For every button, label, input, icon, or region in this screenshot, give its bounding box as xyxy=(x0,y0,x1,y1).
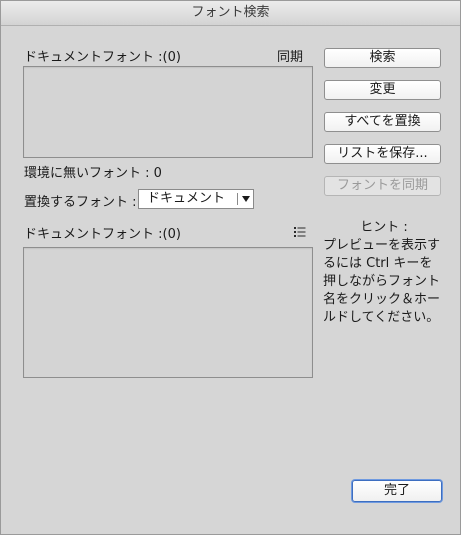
find-button[interactable]: 検索 xyxy=(324,48,441,68)
hint-text-block: ヒント : プレビューを表示するには Ctrl キーを押しながらフォント名をクリ… xyxy=(323,219,445,327)
replacement-fonts-label: ドキュメントフォント :(0) xyxy=(24,227,181,242)
dropdown-separator xyxy=(237,193,238,205)
missing-fonts-label: 環境に無いフォント : 0 xyxy=(24,166,162,181)
dialog-title: フォント検索 xyxy=(1,1,460,26)
document-fonts-list[interactable] xyxy=(23,66,313,158)
done-button[interactable]: 完了 xyxy=(352,480,442,502)
replace-with-dropdown[interactable]: ドキュメント xyxy=(138,189,254,209)
replace-with-label: 置換するフォント : xyxy=(24,195,137,210)
find-font-dialog: フォント検索 ドキュメントフォント :(0) 同期 環境に無いフォント : 0 … xyxy=(0,0,461,535)
hint-body: プレビューを表示するには Ctrl キーを押しながらフォント名をクリック＆ホール… xyxy=(323,238,441,325)
change-button[interactable]: 変更 xyxy=(324,80,441,100)
replace-with-selected: ドキュメント xyxy=(147,191,226,206)
sync-font-button[interactable]: フォントを同期 xyxy=(324,176,441,196)
list-menu-icon[interactable] xyxy=(294,226,306,238)
replacement-fonts-list[interactable] xyxy=(23,247,313,378)
chevron-down-icon xyxy=(242,196,250,202)
sync-label: 同期 xyxy=(277,50,304,65)
save-list-button[interactable]: リストを保存... xyxy=(324,144,441,164)
hint-title: ヒント : xyxy=(360,220,408,235)
document-fonts-label: ドキュメントフォント :(0) xyxy=(24,50,181,65)
change-all-button[interactable]: すべてを置換 xyxy=(324,112,441,132)
